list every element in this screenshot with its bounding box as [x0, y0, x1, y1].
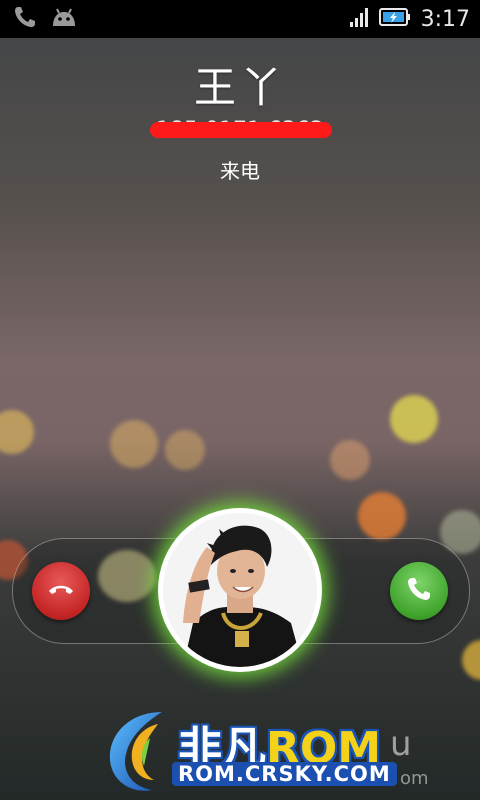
watermark-swirl-icon [109, 712, 162, 791]
bokeh-light [0, 410, 34, 454]
signal-icon [349, 6, 369, 32]
watermark-suffix: u [390, 724, 412, 764]
clock-time: 3:17 [420, 6, 470, 32]
caller-avatar-handle[interactable] [158, 508, 322, 672]
answer-call-icon [404, 574, 434, 608]
redaction-bar [150, 122, 332, 138]
caller-name: 王丫 [193, 63, 286, 112]
bokeh-light [390, 395, 438, 443]
decline-button[interactable] [32, 562, 90, 620]
bokeh-light [165, 430, 205, 470]
decline-call-icon [46, 574, 76, 608]
bokeh-light [462, 640, 480, 680]
watermark-logo: 非凡ROM u ROM.CRSKY.COM om [100, 704, 430, 796]
bokeh-light [110, 420, 158, 468]
call-state-label: 来电 [220, 159, 260, 183]
caller-avatar [163, 513, 317, 667]
watermark-url: ROM.CRSKY.COM [172, 762, 397, 786]
android-icon [50, 6, 78, 32]
answer-button[interactable] [390, 562, 448, 620]
bokeh-light [330, 440, 370, 480]
battery-charging-icon [378, 7, 411, 31]
status-bar: 3:17 [0, 0, 480, 38]
missed-call-icon [12, 4, 38, 34]
watermark-tail: om [400, 768, 429, 789]
bokeh-light [358, 492, 406, 540]
